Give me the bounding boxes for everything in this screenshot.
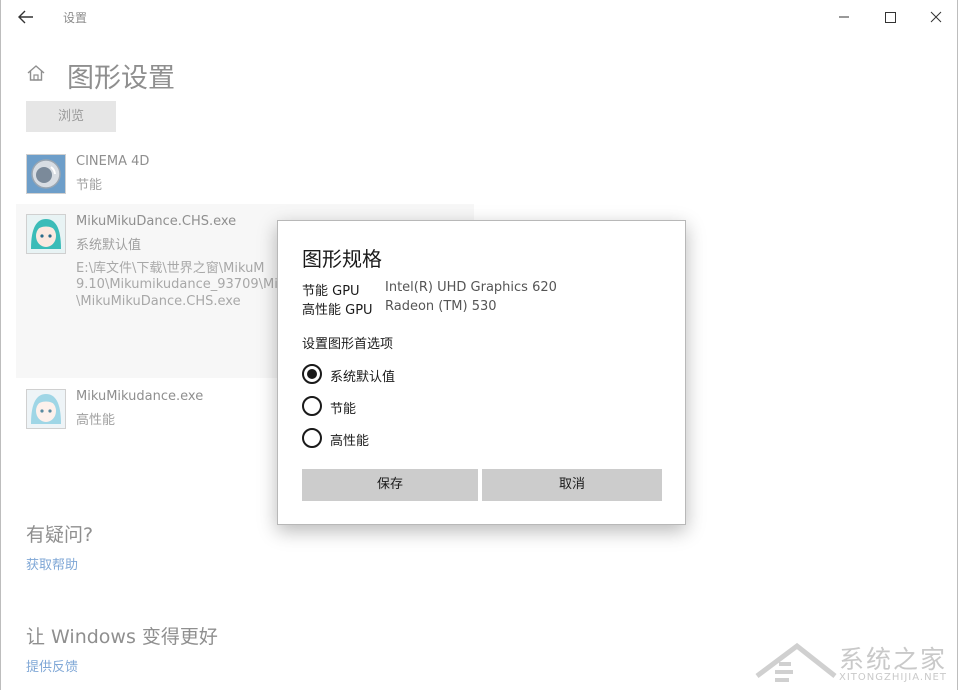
give-feedback-link[interactable]: 提供反馈 xyxy=(26,656,78,675)
app-path-line: E:\库文件\下载\世界之窗\MikuM xyxy=(76,261,265,276)
feedback-heading: 让 Windows 变得更好 xyxy=(26,626,218,648)
radio-system-default[interactable] xyxy=(302,364,322,384)
minimize-icon[interactable] xyxy=(821,0,867,34)
radio-label-power-saving[interactable]: 节能 xyxy=(330,398,356,417)
app-name: MikuMikudance.exe xyxy=(76,389,204,404)
app-name: CINEMA 4D xyxy=(76,154,150,169)
radio-selected-dot xyxy=(307,369,317,379)
mmd-app-icon xyxy=(26,214,66,254)
page-title: 图形设置 xyxy=(67,63,175,94)
app-mode: 节能 xyxy=(76,178,103,193)
watermark-text: 系统之家 xyxy=(839,645,948,674)
app-path-line: 9.10\Mikumikudance_93709\Mik xyxy=(76,277,286,292)
radio-power-saving[interactable] xyxy=(302,396,322,416)
maximize-icon[interactable] xyxy=(867,0,913,34)
back-arrow-icon[interactable] xyxy=(15,6,37,28)
graphics-spec-dialog: 图形规格 节能 GPU Intel(R) UHD Graphics 620 高性… xyxy=(277,220,686,525)
app-mode: 高性能 xyxy=(76,413,116,428)
radio-label-system-default[interactable]: 系统默认值 xyxy=(330,366,395,385)
high-perf-gpu-value: Radeon (TM) 530 xyxy=(385,299,497,314)
save-button[interactable]: 保存 xyxy=(302,469,478,501)
power-saving-gpu-label: 节能 GPU xyxy=(302,284,360,299)
get-help-link[interactable]: 获取帮助 xyxy=(26,554,78,573)
browse-button[interactable]: 浏览 xyxy=(26,101,116,132)
window-title: 设置 xyxy=(63,11,88,25)
app-mode: 系统默认值 xyxy=(76,238,142,253)
radio-high-performance[interactable] xyxy=(302,428,322,448)
mmd-app-icon xyxy=(26,389,66,429)
power-saving-gpu-value: Intel(R) UHD Graphics 620 xyxy=(385,280,557,295)
high-perf-gpu-label: 高性能 GPU xyxy=(302,303,373,318)
preference-label: 设置图形首选项 xyxy=(302,337,394,352)
cancel-button[interactable]: 取消 xyxy=(482,469,662,501)
cinema4d-app-icon xyxy=(26,154,66,194)
radio-label-high-performance[interactable]: 高性能 xyxy=(330,430,369,449)
help-heading: 有疑问? xyxy=(26,524,94,546)
dialog-title: 图形规格 xyxy=(302,247,382,271)
watermark-subtext: XITONGZHIJIA.NET xyxy=(839,672,947,683)
title-bar: 设置 xyxy=(1,0,958,34)
close-icon[interactable] xyxy=(913,0,958,34)
home-icon[interactable] xyxy=(25,62,47,84)
app-path-line: \MikuMikuDance.CHS.exe xyxy=(76,294,241,309)
app-name: MikuMikuDance.CHS.exe xyxy=(76,214,237,229)
